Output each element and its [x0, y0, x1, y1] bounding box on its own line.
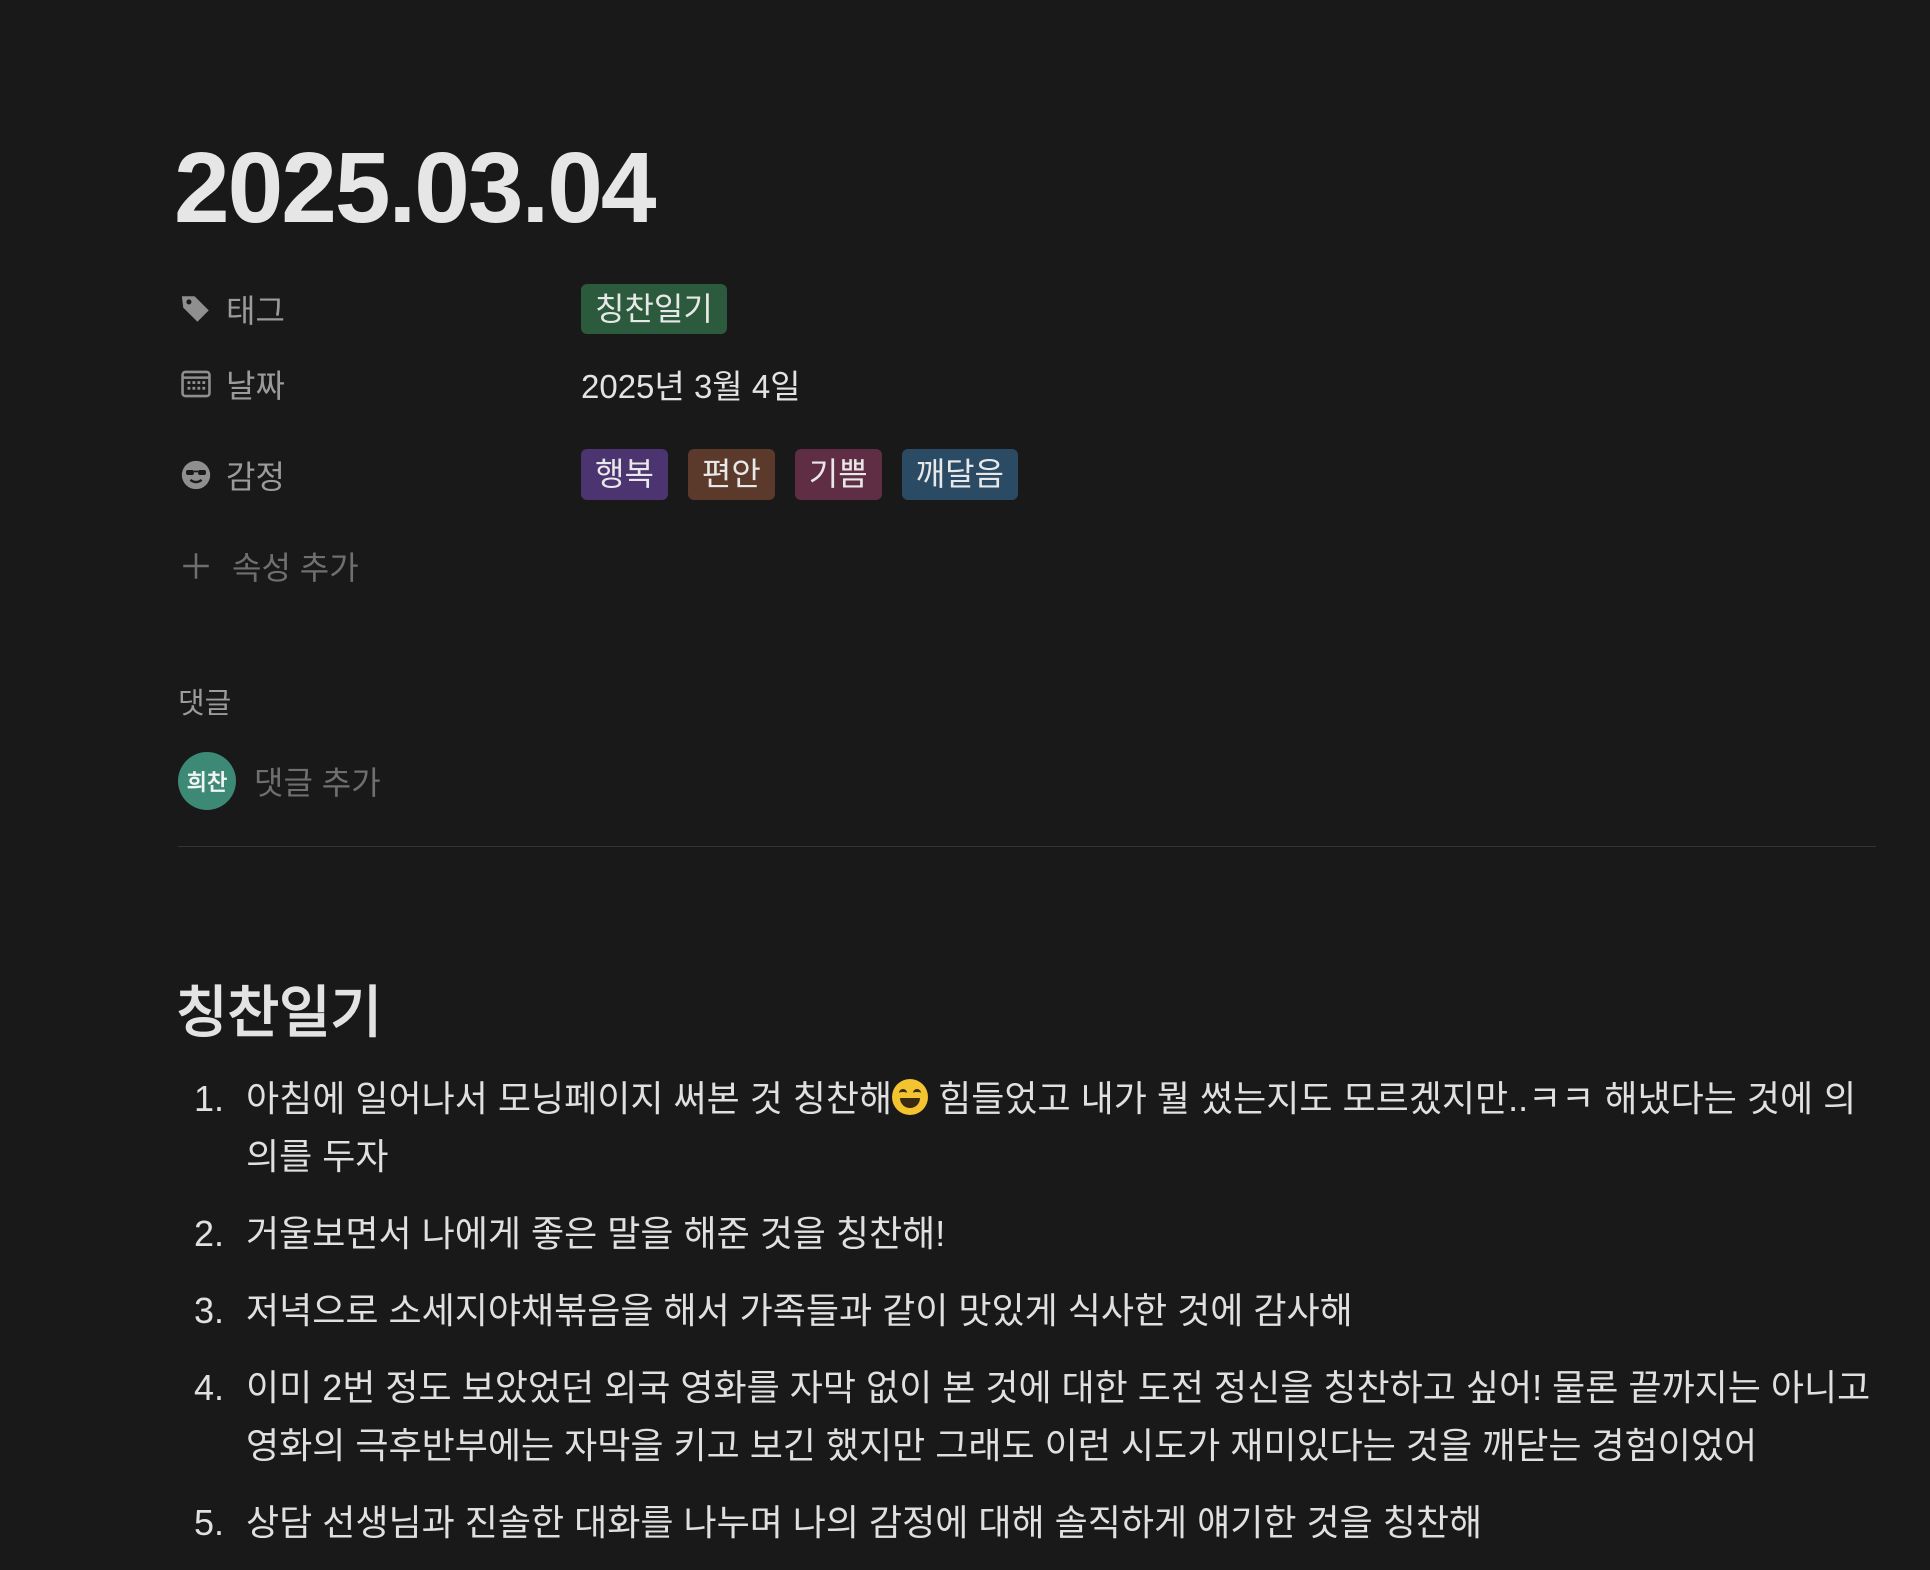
property-row-tag[interactable]: 태그 칭찬일기 — [178, 280, 1578, 338]
list-item[interactable]: 1. 아침에 일어나서 모닝페이지 써본 것 칭찬해 힘들었고 내가 뭘 썼는지… — [178, 1070, 1878, 1186]
emoji-sunglasses-icon — [178, 457, 214, 493]
page: 2025.03.04 태그 칭찬일기 날짜 2025년 3월 4일 감정 행복 … — [0, 0, 1930, 1570]
property-row-emotion[interactable]: 감정 행복 편안 기쁨 깨달음 — [178, 429, 1578, 520]
add-property-button[interactable]: 속성 추가 — [178, 543, 581, 589]
tag-chip[interactable]: 칭찬일기 — [581, 283, 727, 335]
plus-icon — [178, 548, 214, 584]
list-text[interactable]: 저녁으로 소세지야채볶음을 해서 가족들과 같이 맛있게 식사한 것에 감사해 — [246, 1282, 1878, 1340]
list-text[interactable]: 아침에 일어나서 모닝페이지 써본 것 칭찬해 힘들었고 내가 뭘 썼는지도 모… — [246, 1070, 1878, 1186]
list-text[interactable]: 거울보면서 나에게 좋은 말을 해준 것을 칭찬해! — [246, 1205, 1878, 1263]
property-label-date[interactable]: 날짜 — [178, 361, 581, 407]
emotion-chip[interactable]: 깨달음 — [901, 449, 1018, 500]
tag-icon — [178, 291, 214, 327]
property-value-emotion[interactable]: 행복 편안 기쁨 깨달음 — [581, 449, 1018, 500]
emotion-chip[interactable]: 편안 — [687, 449, 775, 500]
list-number: 1. — [193, 1078, 224, 1119]
add-property-label: 속성 추가 — [232, 549, 359, 586]
property-label-text: 감정 — [226, 458, 285, 495]
list-text-part: 아침에 일어나서 모닝페이지 써본 것 칭찬해 — [246, 1078, 893, 1119]
avatar: 희찬 — [178, 752, 236, 810]
list-item[interactable]: 2. 거울보면서 나에게 좋은 말을 해준 것을 칭찬해! — [178, 1205, 1878, 1263]
property-label-text: 날짜 — [226, 367, 285, 404]
property-label-emotion[interactable]: 감정 — [178, 452, 581, 498]
list-item[interactable]: 5. 상담 선생님과 진솔한 대화를 나누며 나의 감정에 대해 솔직하게 얘기… — [178, 1494, 1878, 1552]
emotion-chip[interactable]: 행복 — [581, 449, 668, 500]
date-value[interactable]: 2025년 3월 4일 — [581, 360, 801, 408]
calendar-icon — [178, 366, 214, 402]
property-value-tag[interactable]: 칭찬일기 — [581, 283, 727, 335]
divider — [178, 846, 1876, 847]
list-number: 2. — [193, 1213, 224, 1254]
property-value-date[interactable]: 2025년 3월 4일 — [581, 360, 801, 408]
property-row-date[interactable]: 날짜 2025년 3월 4일 — [178, 338, 1578, 429]
praise-list: 1. 아침에 일어나서 모닝페이지 써본 것 칭찬해 힘들었고 내가 뭘 썼는지… — [178, 1070, 1878, 1570]
list-number: 3. — [193, 1290, 224, 1331]
comment-composer[interactable]: 희찬 댓글 추가 — [178, 752, 381, 810]
list-item[interactable]: 4. 이미 2번 정도 보았었던 외국 영화를 자막 없이 본 것에 대한 도전… — [178, 1359, 1878, 1475]
section-heading[interactable]: 칭찬일기 — [176, 982, 382, 1044]
page-title[interactable]: 2025.03.04 — [174, 138, 656, 238]
list-text[interactable]: 상담 선생님과 진솔한 대화를 나누며 나의 감정에 대해 솔직하게 얘기한 것… — [246, 1494, 1878, 1552]
property-label-tag[interactable]: 태그 — [178, 286, 581, 332]
add-property-row[interactable]: 속성 추가 — [178, 520, 1578, 611]
list-number: 5. — [193, 1502, 224, 1543]
list-item[interactable]: 3. 저녁으로 소세지야채볶음을 해서 가족들과 같이 맛있게 식사한 것에 감… — [178, 1282, 1878, 1340]
grinning-squinting-face-icon — [892, 1079, 929, 1115]
emotion-chip[interactable]: 기쁨 — [794, 449, 882, 500]
properties-panel: 태그 칭찬일기 날짜 2025년 3월 4일 감정 행복 편안 기쁨 깨달음 속… — [178, 280, 1578, 611]
list-text[interactable]: 이미 2번 정도 보았었던 외국 영화를 자막 없이 본 것에 대한 도전 정신… — [246, 1359, 1878, 1475]
comments-heading: 댓글 — [178, 688, 232, 720]
property-label-text: 태그 — [226, 293, 285, 329]
list-number: 4. — [193, 1367, 224, 1408]
comment-input[interactable]: 댓글 추가 — [254, 758, 381, 804]
